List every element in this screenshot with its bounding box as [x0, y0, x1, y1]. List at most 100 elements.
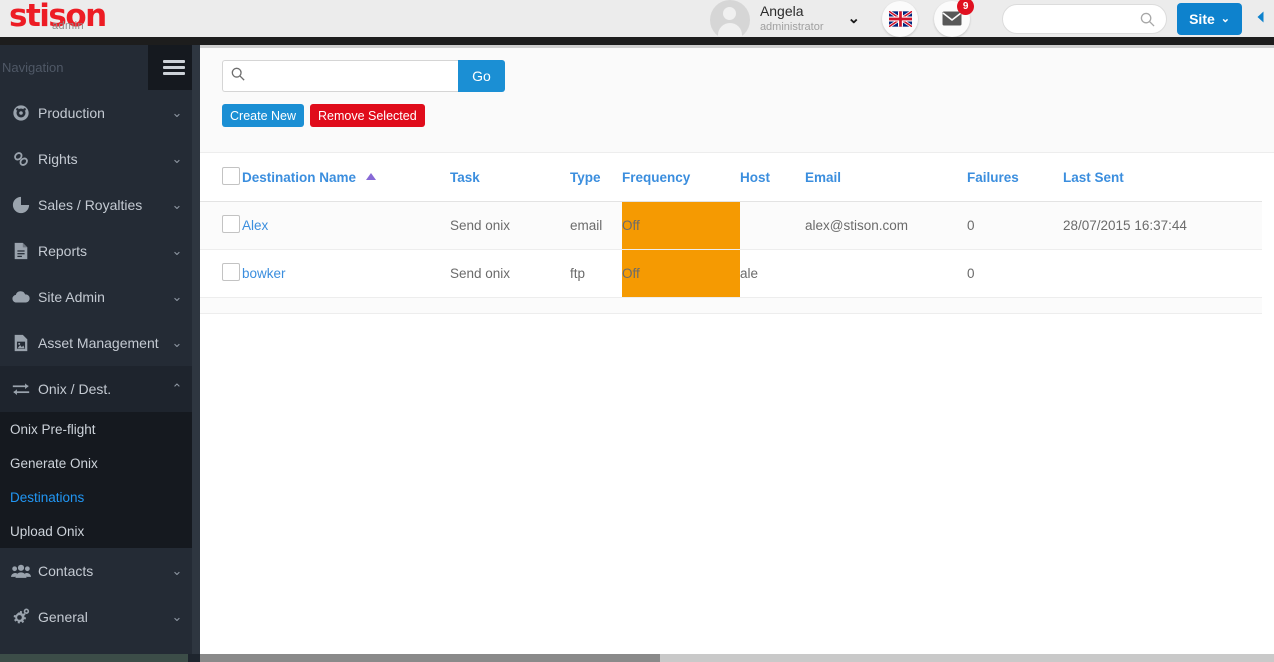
chevron-down-icon: ⌄: [171, 243, 183, 258]
document-icon: [6, 242, 36, 260]
table-row: Alex Send onix email Off alex@stison.com…: [200, 201, 1262, 250]
sidebar-item-site-admin[interactable]: Site Admin ⌄: [0, 274, 192, 320]
cell-email: [805, 249, 967, 298]
sidebar-subitem-label: Upload Onix: [10, 523, 85, 539]
cloud-icon: [6, 289, 36, 305]
cell-destination-name: Alex: [242, 201, 450, 250]
sidebar-subitem-destinations[interactable]: Destinations: [0, 480, 192, 514]
chevron-down-icon: ⌄: [1220, 13, 1230, 25]
global-search-input[interactable]: [1015, 5, 1146, 32]
sidebar-subitem-generate-onix[interactable]: Generate Onix: [0, 446, 192, 480]
chevron-down-icon: ⌄: [171, 563, 183, 578]
chevron-down-icon: ⌄: [171, 105, 183, 120]
header-host[interactable]: Host: [740, 153, 805, 202]
global-search[interactable]: [1002, 3, 1168, 34]
image-file-icon: [6, 334, 36, 352]
header-type[interactable]: Type: [570, 153, 622, 202]
row-checkbox[interactable]: [222, 263, 240, 281]
brand-logo[interactable]: stison admin: [0, 0, 200, 37]
sidebar-item-label: Site Admin: [38, 289, 105, 305]
sidebar-item-general[interactable]: General ⌄: [0, 594, 192, 640]
header-destination-name[interactable]: Destination Name: [242, 153, 450, 202]
sidebar-item-reports[interactable]: Reports ⌄: [0, 228, 192, 274]
sidebar-title: Navigation: [2, 60, 64, 75]
table-footer: [200, 298, 1262, 314]
table-body: Alex Send onix email Off alex@stison.com…: [200, 201, 1262, 298]
sidebar-item-label: Rights: [38, 151, 78, 167]
sidebar-item-production[interactable]: Production ⌄: [0, 90, 192, 136]
gears-icon: [6, 608, 36, 626]
remove-selected-button[interactable]: Remove Selected: [310, 104, 425, 127]
header-email[interactable]: Email: [805, 153, 967, 202]
search-go-button[interactable]: Go: [458, 60, 505, 92]
sidebar-item-onix-dest[interactable]: Onix / Dest. ⌃: [0, 366, 192, 412]
table-head: Destination Name Task Type Frequency Hos…: [200, 153, 1262, 202]
user-menu[interactable]: Angela administrator ⌄: [709, 0, 861, 40]
search-icon: [1140, 12, 1155, 32]
header-frequency[interactable]: Frequency: [622, 153, 740, 202]
chevron-down-icon: ⌄: [171, 151, 183, 166]
dashboard-icon: [6, 104, 36, 122]
sidebar-item-contacts[interactable]: Contacts ⌄: [0, 548, 192, 594]
site-selector-button[interactable]: Site ⌄: [1177, 2, 1242, 35]
cell-failures: 0: [967, 249, 1063, 298]
messages-button[interactable]: 9: [934, 0, 975, 37]
cell-frequency: Off: [622, 201, 740, 250]
sidebar-item-rights[interactable]: Rights ⌄: [0, 136, 192, 182]
chevron-left-icon[interactable]: [1254, 10, 1268, 27]
destination-link[interactable]: bowker: [242, 266, 286, 281]
users-icon: [6, 563, 36, 579]
uk-flag-icon: [888, 10, 912, 27]
header-task[interactable]: Task: [450, 153, 570, 202]
cell-last-sent: 28/07/2015 16:37:44: [1063, 201, 1262, 250]
sidebar-subitem-upload-onix[interactable]: Upload Onix: [0, 514, 192, 548]
header-failures[interactable]: Failures: [967, 153, 1063, 202]
cell-type: email: [570, 201, 622, 250]
cell-failures: 0: [967, 201, 1063, 250]
select-all-checkbox[interactable]: [222, 167, 240, 185]
cell-destination-name: bowker: [242, 249, 450, 298]
chevron-down-icon: ⌄: [171, 335, 183, 350]
page-scrollbar-thumb[interactable]: [200, 654, 660, 662]
header-last-sent[interactable]: Last Sent: [1063, 153, 1262, 202]
toolbar: Go Create New Remove Selected: [200, 48, 1274, 153]
site-selector-label: Site: [1189, 10, 1215, 27]
cell-task: Send onix: [450, 249, 570, 298]
sidebar-item-label: Reports: [38, 243, 88, 259]
sidebar-subitem-label: Generate Onix: [10, 455, 98, 471]
link-icon: [6, 150, 36, 168]
destination-link[interactable]: Alex: [242, 218, 268, 233]
cell-frequency: Off: [622, 249, 740, 298]
chevron-down-icon[interactable]: ⌄: [848, 11, 861, 26]
row-checkbox[interactable]: [222, 215, 240, 233]
window-scrollbar-thumb[interactable]: [0, 654, 188, 662]
sidebar-scrollbar[interactable]: [192, 45, 200, 654]
language-selector[interactable]: [882, 0, 919, 37]
action-buttons: Create New Remove Selected: [222, 104, 1274, 127]
top-bar: stison admin Angela administrator ⌄ 9 Si…: [0, 0, 1274, 40]
sidebar-item-label: Contacts: [38, 563, 94, 579]
sidebar-item-asset-management[interactable]: Asset Management ⌄: [0, 320, 192, 366]
cell-host: [740, 201, 805, 250]
chevron-up-icon: ⌃: [171, 381, 183, 396]
create-new-button[interactable]: Create New: [222, 104, 304, 127]
chevron-down-icon: ⌄: [171, 289, 183, 304]
pie-chart-icon: [6, 196, 36, 214]
sidebar-item-label: Onix / Dest.: [38, 381, 112, 397]
table-header-row: Destination Name Task Type Frequency Hos…: [200, 153, 1262, 202]
cell-email: alex@stison.com: [805, 201, 967, 250]
sidebar-subitem-onix-pre-flight[interactable]: Onix Pre-flight: [0, 412, 192, 446]
sidebar-subitem-label: Destinations: [10, 489, 85, 505]
cell-last-sent: [1063, 249, 1262, 298]
sidebar-subitem-label: Onix Pre-flight: [10, 421, 96, 437]
header-label: Destination Name: [242, 170, 357, 185]
exchange-icon: [6, 381, 36, 397]
sidebar-toggle-button[interactable]: [148, 45, 192, 90]
table-search-input[interactable]: [251, 67, 431, 85]
brand-subtitle: admin: [52, 20, 84, 32]
table-search-field[interactable]: [222, 60, 458, 92]
sidebar-item-sales-royalties[interactable]: Sales / Royalties ⌄: [0, 182, 192, 228]
cell-task: Send onix: [450, 201, 570, 250]
hamburger-icon: [163, 57, 185, 78]
main-content: Go Create New Remove Selected Destinatio…: [200, 48, 1274, 654]
